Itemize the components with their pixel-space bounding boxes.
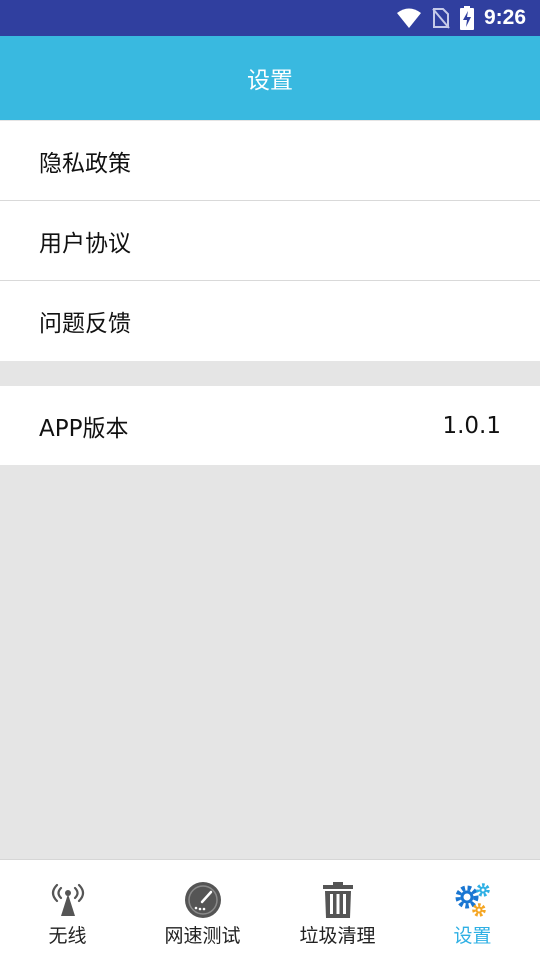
bottom-tab-bar: 无线 网速测试 垃圾清理 设置 [0,859,540,961]
menu-item-label: 用户协议 [39,230,131,257]
menu-item-user-agreement[interactable]: 用户协议 [0,201,540,281]
battery-charging-icon [459,6,474,30]
tab-label: 网速测试 [164,925,241,947]
wifi-signal-icon [51,883,84,916]
menu-item-feedback[interactable]: 问题反馈 [0,281,540,361]
tab-junk-cleaner[interactable]: 垃圾清理 [270,860,405,961]
version-row: APP版本 1.0.1 [0,386,540,465]
tab-label: 无线 [48,925,87,947]
menu-item-label: 问题反馈 [39,311,131,337]
page-title: 设置 [247,68,293,94]
status-icons [396,6,474,30]
status-bar: 9:26 [0,0,540,36]
version-value: 1.0.1 [442,412,501,439]
wifi-status-icon [396,8,421,28]
trash-icon [322,882,353,918]
tab-wireless[interactable]: 无线 [0,860,135,961]
speedometer-icon [184,882,221,918]
gears-icon [455,883,490,917]
page-header: 设置 [0,36,540,120]
status-time: 9:26 [483,6,526,29]
menu-item-label: 隐私政策 [39,150,131,177]
version-label: APP版本 [39,415,129,442]
settings-list: 隐私政策 用户协议 问题反馈 [0,121,540,361]
tab-label: 垃圾清理 [299,925,376,947]
tab-speed-test[interactable]: 网速测试 [135,860,270,961]
tab-label: 设置 [453,925,492,947]
menu-item-privacy-policy[interactable]: 隐私政策 [0,121,540,201]
no-sim-icon [432,8,450,29]
tab-settings[interactable]: 设置 [405,860,540,961]
